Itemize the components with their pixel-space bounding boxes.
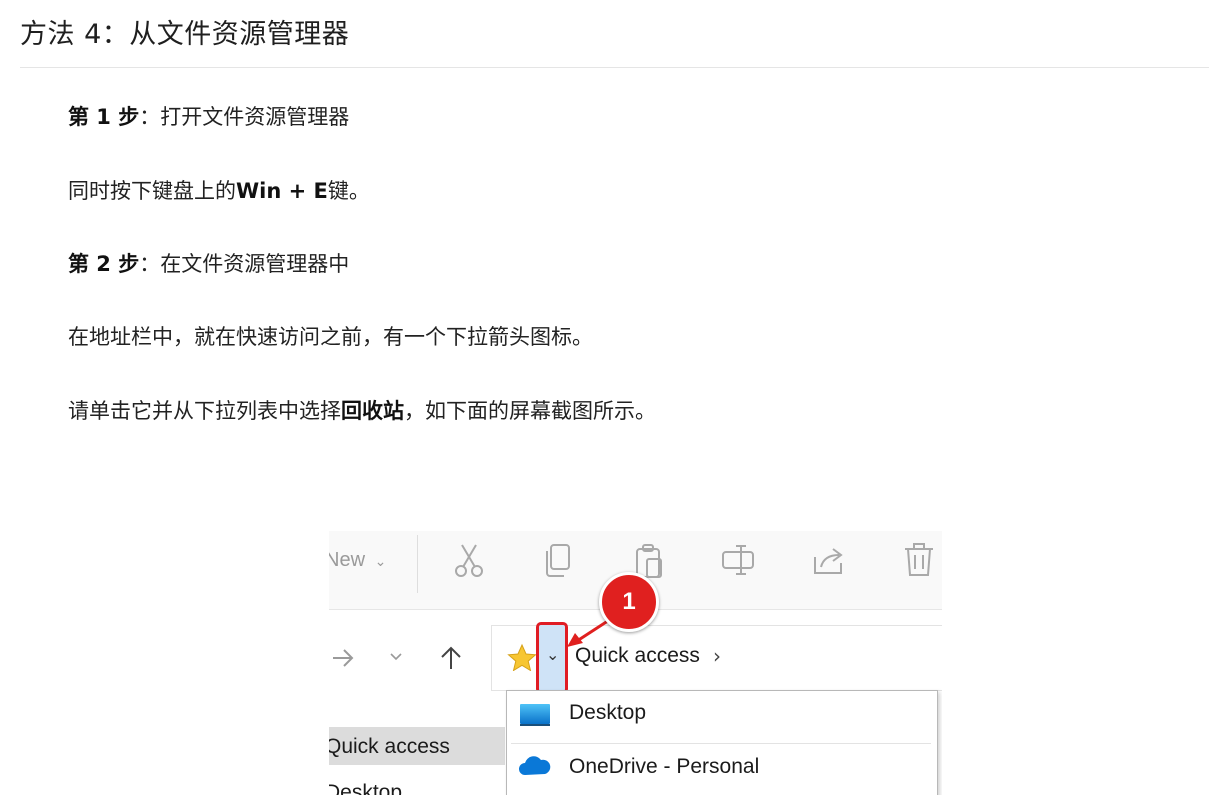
breadcrumb-separator-icon[interactable]: › [713,644,721,668]
select-text-post: ，如下面的屏幕截图所示。 [404,399,656,423]
sidebar-item-quick-access[interactable]: Quick access [329,735,450,759]
chevron-down-icon: ⌄ [546,645,560,664]
chevron-down-icon: ⌄ [374,553,387,569]
menu-item-onedrive[interactable]: OneDrive - Personal [507,745,937,795]
menu-item-label: OneDrive - Personal [569,755,760,778]
sidebar-item-desktop[interactable]: Desktop [329,781,402,795]
address-dropdown-button[interactable]: ⌄ [536,622,568,694]
menu-item-desktop[interactable]: Desktop [507,691,937,741]
star-icon [507,643,537,671]
step-1-text: ：打开文件资源管理器 [139,105,350,129]
step-2-paragraph: 第 2 步：在文件资源管理器中 [68,248,349,278]
explorer-screenshot: New ⌄ Quick access › ⌄ 1 Quick access De… [329,531,942,795]
location-dropdown-menu: Desktop OneDrive - Personal [506,690,938,795]
forward-arrow-icon[interactable] [331,647,355,669]
rename-icon[interactable] [719,541,759,581]
heading-divider [20,67,1209,68]
shortcut-text-pre: 同时按下键盘上的 [68,179,236,203]
delete-icon[interactable] [899,541,939,581]
cut-icon[interactable] [449,541,489,581]
step-1-paragraph: 第 1 步：打开文件资源管理器 [68,101,349,131]
share-icon[interactable] [809,541,849,581]
step-2-text: ：在文件资源管理器中 [139,252,350,276]
select-recycle-bin-paragraph: 请单击它并从下拉列表中选择回收站，如下面的屏幕截图所示。 [68,395,656,425]
menu-divider [511,743,931,744]
shortcut-keys: Win + E [236,179,328,203]
new-button-label: New [329,549,366,571]
up-arrow-icon[interactable] [439,645,463,671]
copy-icon[interactable] [539,541,579,581]
step-2-label: 第 2 步 [68,252,140,276]
section-heading: 方法 4：从文件资源管理器 [20,19,350,50]
recent-locations-chevron-icon[interactable] [389,651,403,663]
onedrive-cloud-icon [519,756,551,775]
select-text-pre: 请单击它并从下拉列表中选择 [68,399,341,423]
shortcut-paragraph: 同时按下键盘上的Win + E键。 [68,175,370,205]
address-bar-paragraph: 在地址栏中，就在快速访问之前，有一个下拉箭头图标。 [68,325,593,349]
desktop-folder-icon [520,704,550,726]
shortcut-text-post: 键。 [327,179,370,203]
menu-item-label: Desktop [569,701,647,724]
step-1-label: 第 1 步 [68,105,140,129]
recycle-bin-label: 回收站 [341,399,404,423]
step-callout-badge: 1 [599,572,659,632]
toolbar-separator [417,535,418,593]
new-button[interactable]: New ⌄ [329,549,386,572]
